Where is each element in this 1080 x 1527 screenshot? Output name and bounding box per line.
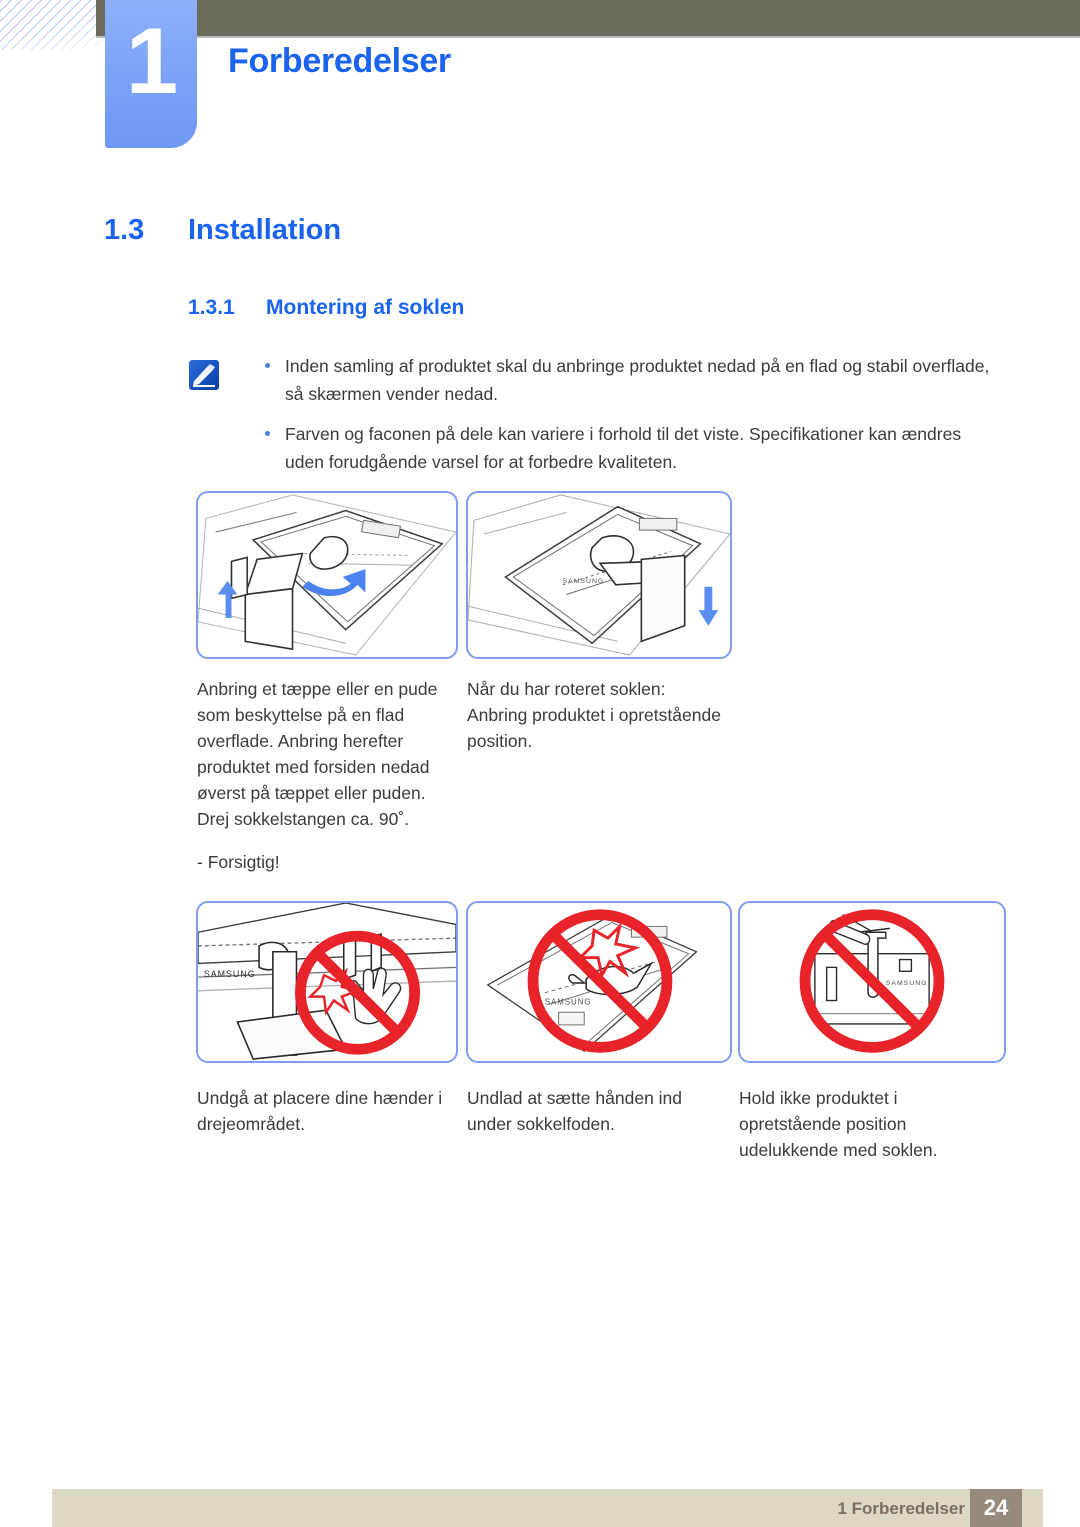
chapter-tab: 1: [105, 0, 197, 148]
figure-do-not-hold-upright-by-stand-only: SAMSUNG: [738, 901, 1006, 1063]
note-item-text: Inden samling af produktet skal du anbri…: [285, 356, 990, 404]
figure-monitor-stand-rotated-upright: SAMSUNG: [466, 491, 732, 659]
figure-monitor-face-down-rotate-stand: [196, 491, 458, 659]
svg-text:SAMSUNG: SAMSUNG: [563, 578, 605, 585]
bullet-point-icon: [265, 363, 270, 368]
chapter-number: 1: [125, 8, 178, 113]
chapter-title: Forberedelser: [228, 42, 451, 80]
figure-caption: Når du har roteret soklen: Anbring produ…: [467, 679, 721, 751]
svg-text:SAMSUNG: SAMSUNG: [886, 980, 928, 987]
subsection-number: 1.3.1: [188, 296, 235, 319]
figure-caption: Anbring et tæppe eller en pude som besky…: [197, 679, 438, 829]
note-bullet-list: Inden samling af produktet skal du anbri…: [243, 352, 991, 488]
figure-caption: Undgå at placere dine hænder i drejeområ…: [197, 1088, 443, 1134]
caution-label: - Forsigtig!: [197, 852, 280, 872]
svg-text:SAMSUNG: SAMSUNG: [204, 969, 256, 979]
section-title: Installation: [188, 214, 342, 246]
note-item: Inden samling af produktet skal du anbri…: [243, 352, 991, 408]
subsection-title: Montering af soklen: [266, 296, 465, 319]
note-pen-icon: [189, 360, 219, 390]
footer-bar: 1 Forberedelser 24: [52, 1489, 1043, 1527]
section-number: 1.3: [104, 214, 145, 246]
footer-chapter-label: 1 Forberedelser: [837, 1499, 965, 1518]
note-item: Farven og faconen på dele kan variere i …: [243, 420, 991, 476]
svg-text:SAMSUNG: SAMSUNG: [545, 997, 592, 1006]
bullet-point-icon: [265, 431, 270, 436]
note-item-text: Farven og faconen på dele kan variere i …: [285, 424, 962, 472]
header-olive-bar: [96, 0, 1080, 38]
section-heading: 1.3 Installation: [104, 214, 341, 247]
figure-no-hands-in-rotation-area: SAMSUNG: [196, 901, 458, 1063]
figure-caption: Hold ikke produktet i opretstående posit…: [739, 1088, 938, 1160]
footer-page-number: 24: [970, 1489, 1022, 1527]
subsection-heading: 1.3.1 Montering af soklen: [188, 296, 464, 320]
figure-no-hand-under-stand-base: SAMSUNG: [466, 901, 732, 1063]
figure-caption: Undlad at sætte hånden ind under sokkelf…: [467, 1088, 683, 1134]
